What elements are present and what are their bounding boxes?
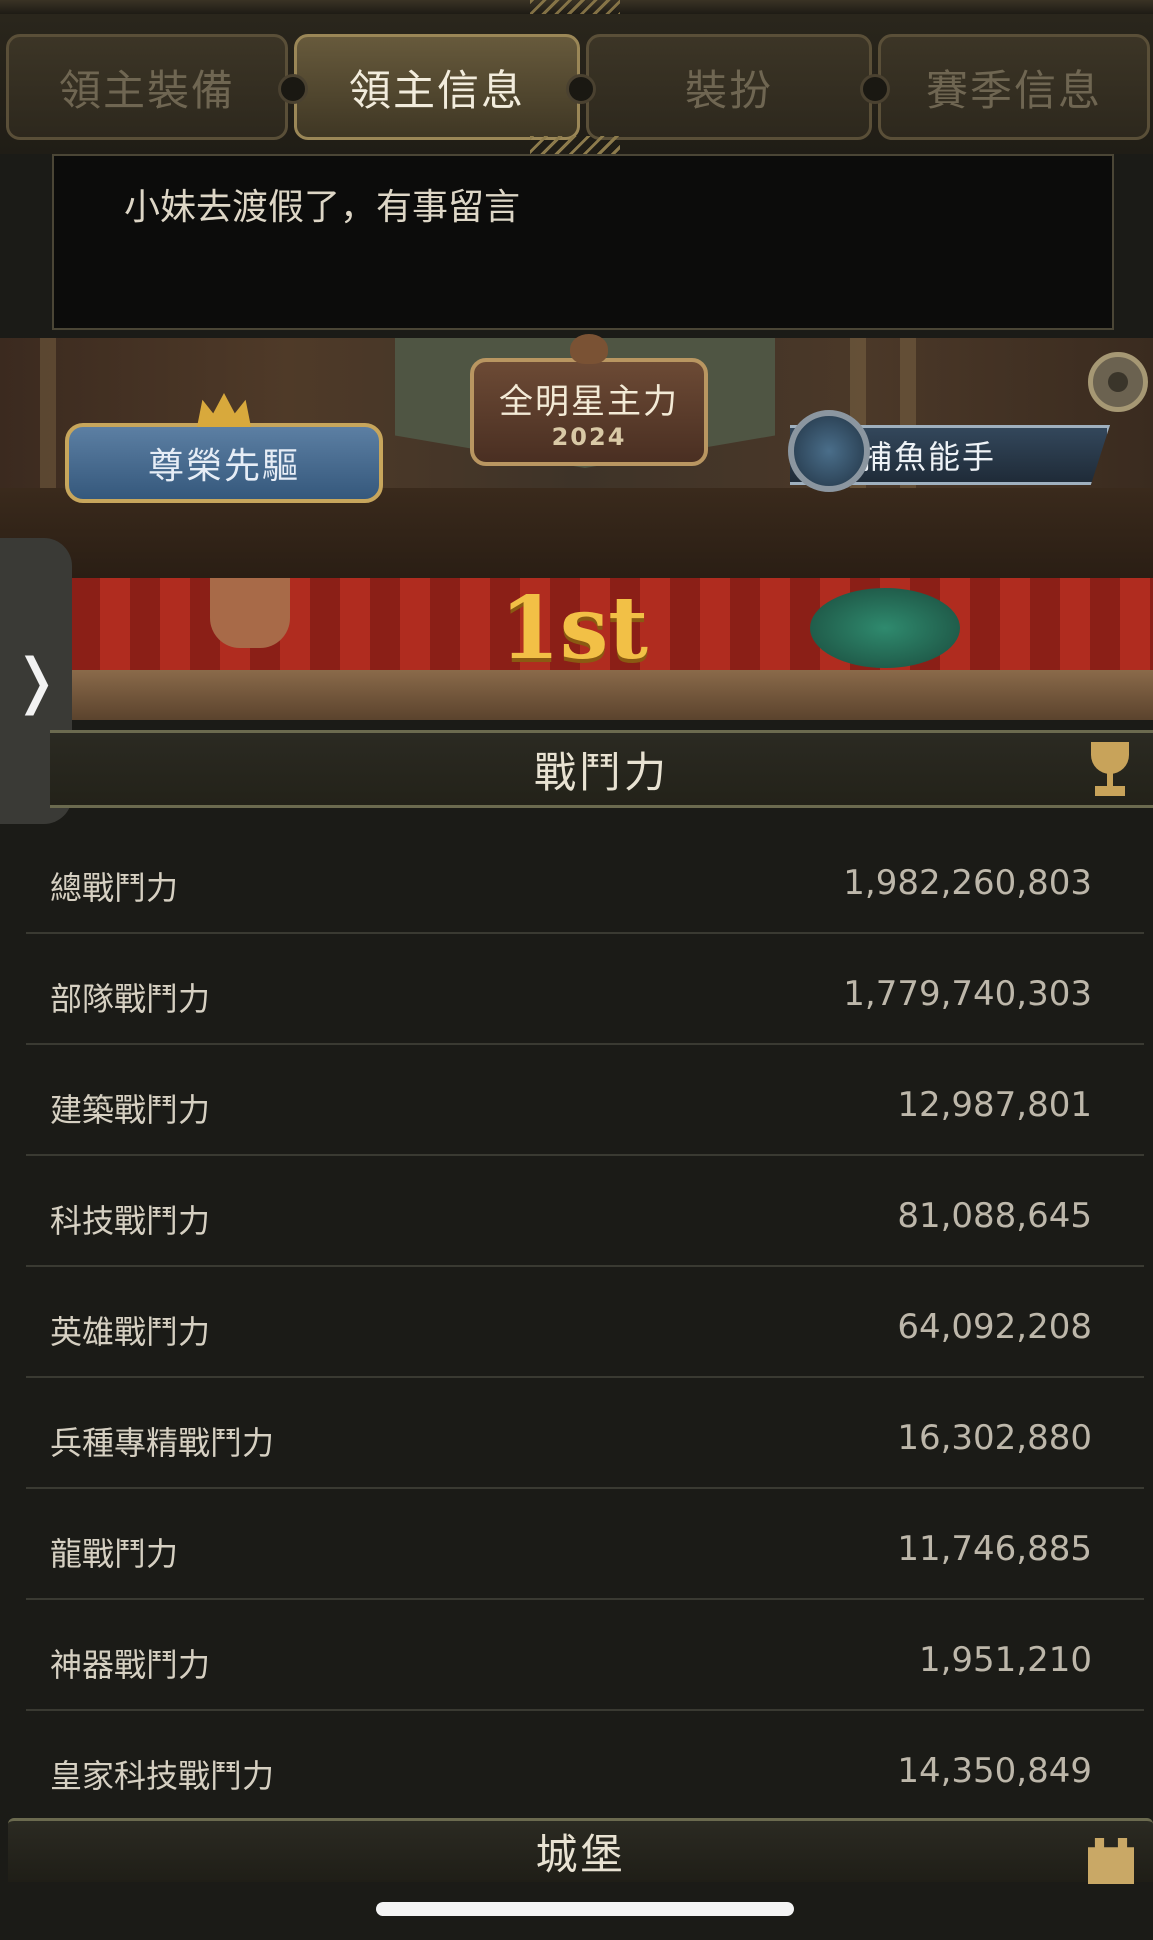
profile-message-box[interactable]: 小妹去渡假了，有事留言 bbox=[52, 154, 1114, 330]
stat-value: 14,350,849 bbox=[897, 1751, 1092, 1791]
banner-floor bbox=[70, 670, 1153, 720]
stat-row-dragon: 龍戰鬥力 11,746,885 bbox=[26, 1489, 1144, 1600]
tab-separator bbox=[860, 74, 890, 104]
stat-label: 部隊戰鬥力 bbox=[50, 980, 211, 1018]
top-decoration bbox=[0, 0, 1153, 14]
stat-value: 1,982,260,803 bbox=[843, 863, 1092, 903]
fish-wheel-icon bbox=[788, 410, 870, 492]
power-section-title: 戰鬥力 bbox=[533, 747, 669, 797]
stat-row-royal-tech: 皇家科技戰鬥力 14,350,849 bbox=[26, 1711, 1144, 1822]
trophy-icon[interactable] bbox=[1085, 742, 1135, 798]
bear-icon bbox=[570, 334, 608, 364]
stat-label: 英雄戰鬥力 bbox=[50, 1313, 211, 1351]
tab-lord-equipment[interactable]: 領主裝備 bbox=[6, 34, 288, 140]
stat-label: 神器戰鬥力 bbox=[50, 1646, 211, 1684]
power-section-header: 戰鬥力 bbox=[50, 730, 1153, 808]
castle-section-header: 城堡 bbox=[8, 1818, 1153, 1882]
trophy-cup bbox=[1091, 742, 1129, 774]
fishing-master-label: 捕魚能手 bbox=[860, 438, 997, 476]
stat-label: 龍戰鬥力 bbox=[50, 1535, 179, 1573]
dragon-figure bbox=[810, 588, 960, 668]
stat-value: 1,779,740,303 bbox=[843, 974, 1092, 1014]
stat-label: 建築戰鬥力 bbox=[50, 1091, 211, 1129]
trophy-base bbox=[1095, 786, 1125, 796]
stage-pillar bbox=[40, 338, 56, 488]
stat-value: 16,302,880 bbox=[897, 1418, 1092, 1458]
stat-label: 兵種專精戰鬥力 bbox=[50, 1424, 275, 1462]
power-stats-list: 總戰鬥力 1,982,260,803 部隊戰鬥力 1,779,740,303 建… bbox=[26, 823, 1144, 1822]
stat-value: 81,088,645 bbox=[897, 1196, 1092, 1236]
castle-section-title: 城堡 bbox=[535, 1830, 626, 1879]
tab-separator bbox=[566, 74, 596, 104]
all-star-title: 全明星主力 bbox=[499, 381, 679, 422]
tab-season-info[interactable]: 賽季信息 bbox=[878, 34, 1150, 140]
chevron-right-icon: ❭ bbox=[10, 646, 62, 716]
stat-value: 64,092,208 bbox=[897, 1307, 1092, 1347]
stat-row-buildings: 建築戰鬥力 12,987,801 bbox=[26, 1045, 1144, 1156]
first-place-text: 1st bbox=[500, 578, 648, 679]
stat-label: 科技戰鬥力 bbox=[50, 1202, 211, 1240]
stat-row-heroes: 英雄戰鬥力 64,092,208 bbox=[26, 1267, 1144, 1378]
all-star-badge[interactable]: 全明星主力 2024 bbox=[470, 334, 708, 466]
stat-label: 皇家科技戰鬥力 bbox=[50, 1757, 275, 1795]
stat-label: 總戰鬥力 bbox=[50, 869, 179, 907]
stat-row-troop-specialization: 兵種專精戰鬥力 16,302,880 bbox=[26, 1378, 1144, 1489]
honor-pioneer-label: 尊榮先驅 bbox=[147, 446, 300, 487]
honor-pioneer-badge[interactable]: 尊榮先驅 bbox=[65, 393, 383, 503]
gear-icon[interactable] bbox=[1088, 352, 1148, 412]
tab-bar: 領主裝備 領主信息 裝扮 賽季信息 bbox=[0, 14, 1153, 158]
stat-row-tech: 科技戰鬥力 81,088,645 bbox=[26, 1156, 1144, 1267]
all-star-year: 2024 bbox=[551, 422, 627, 451]
tab-separator bbox=[278, 74, 308, 104]
top-ornament bbox=[530, 0, 620, 14]
stat-row-total: 總戰鬥力 1,982,260,803 bbox=[26, 823, 1144, 934]
tab-appearance[interactable]: 裝扮 bbox=[586, 34, 872, 140]
stat-value: 1,951,210 bbox=[918, 1640, 1092, 1680]
stat-row-troops: 部隊戰鬥力 1,779,740,303 bbox=[26, 934, 1144, 1045]
home-indicator[interactable] bbox=[376, 1902, 794, 1916]
warrior-figure bbox=[210, 578, 290, 648]
stat-value: 11,746,885 bbox=[897, 1529, 1092, 1569]
stat-row-artifacts: 神器戰鬥力 1,951,210 bbox=[26, 1600, 1144, 1711]
profile-message: 小妹去渡假了，有事留言 bbox=[124, 187, 521, 228]
trophy-stem bbox=[1107, 772, 1113, 786]
achievement-banner: 1st bbox=[70, 578, 1153, 720]
tab-lord-info[interactable]: 領主信息 bbox=[294, 34, 580, 140]
stat-value: 12,987,801 bbox=[897, 1085, 1092, 1125]
